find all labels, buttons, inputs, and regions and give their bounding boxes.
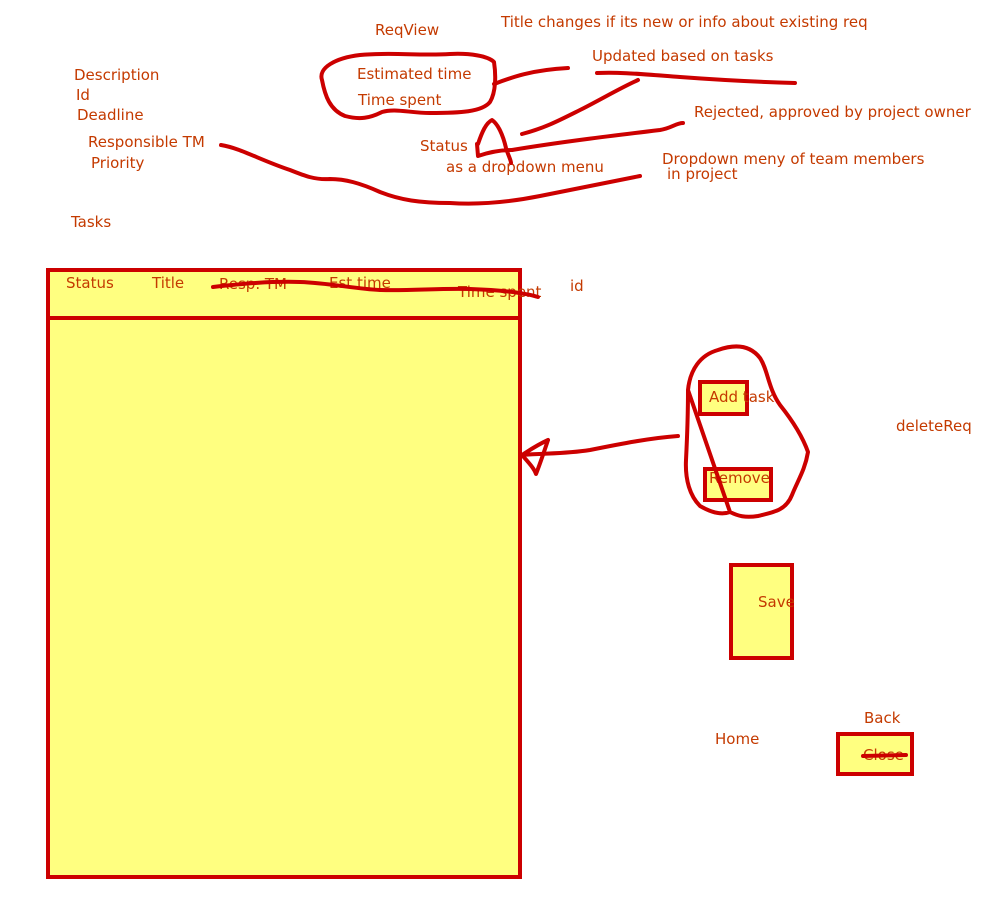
column-header-title[interactable]: Title (152, 276, 184, 291)
ink-line-updated (492, 66, 570, 86)
deadline-field[interactable]: Deadline (77, 108, 144, 123)
priority-field[interactable]: Priority (91, 156, 144, 171)
screen-title: ReqView (375, 21, 440, 39)
add-task-label: Add task (709, 388, 775, 406)
status-dropdown[interactable]: Status (420, 139, 468, 154)
dropdown-note: as a dropdown menu (446, 158, 604, 176)
status-note: Rejected, approved by project owner (694, 103, 971, 121)
id-field[interactable]: Id (76, 88, 90, 103)
estimated-time-field: Estimated time (357, 65, 472, 83)
ink-underline-updated (595, 70, 797, 85)
delete-req-button[interactable]: deleteReq (896, 419, 972, 434)
ink-arrow-to-table (520, 434, 680, 457)
description-field[interactable]: Description (74, 68, 159, 83)
column-header-est-time[interactable]: Est time (329, 276, 391, 291)
column-header-time-spent[interactable]: Time spent (458, 285, 541, 300)
column-header-id[interactable]: id (570, 279, 584, 294)
save-button[interactable] (729, 563, 794, 660)
ink-line-status-note (510, 121, 685, 152)
ink-arrowhead-table (520, 438, 550, 476)
team-dropdown-note-2: in project (667, 165, 738, 183)
close-label: Close (863, 746, 904, 764)
remove-task-label: Remove (709, 469, 770, 487)
ink-arrow-updated-status (520, 78, 640, 136)
ink-status-triangle (475, 118, 514, 165)
tasks-table-header-divider (46, 316, 522, 320)
home-button[interactable]: Home (715, 732, 759, 747)
updated-note: Updated based on tasks (592, 47, 774, 65)
title-change-note: Title changes if its new or info about e… (501, 13, 868, 31)
column-header-resp-tm[interactable]: Resp. TM (219, 277, 287, 292)
tasks-label: Tasks (71, 213, 112, 231)
responsible-tm-dropdown[interactable]: Responsible TM (88, 135, 205, 150)
tasks-table[interactable] (46, 268, 522, 879)
save-label: Save (758, 593, 795, 611)
column-header-status[interactable]: Status (66, 276, 114, 291)
time-spent-field: Time spent (358, 91, 442, 109)
back-note: Back (864, 709, 901, 727)
